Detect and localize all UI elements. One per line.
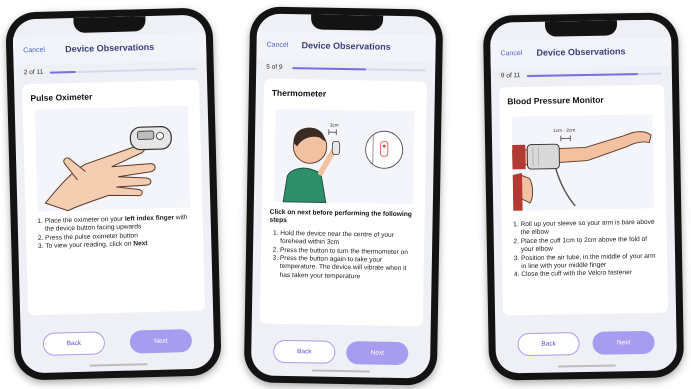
thermometer-illustration: 3cm xyxy=(273,104,415,209)
next-button[interactable]: Next xyxy=(129,329,193,354)
progress-track xyxy=(526,72,662,77)
instruction-card: Pulse Oximeter Place the oximeter on you… xyxy=(22,79,206,316)
next-button[interactable]: Next xyxy=(592,330,655,355)
progress-track xyxy=(292,67,426,72)
device-title: Thermometer xyxy=(271,87,327,99)
step-list: Hold the device near the centre of your … xyxy=(269,230,419,283)
step-list: Roll up your sleeve so your arm is bare … xyxy=(509,219,661,280)
distance-label: 3cm xyxy=(330,123,339,128)
step-item: Press the button again to take your temp… xyxy=(280,255,418,283)
instruction-card: Blood Pressure Monitor 1cm - 2cm 1. Roll… xyxy=(499,84,669,316)
blood-pressure-cuff-icon: 1cm - 2cm xyxy=(511,114,655,211)
progress-indicator: 9 of 11 xyxy=(501,70,662,82)
page-title: Device Observations xyxy=(536,46,626,58)
page-title: Device Observations xyxy=(65,41,155,55)
notch xyxy=(544,20,617,37)
phone-screen-1: Cancel Device Observations 2 of 11 Pulse… xyxy=(12,14,215,374)
button-row: Back Next xyxy=(21,328,215,357)
phone-frame-1: Cancel Device Observations 2 of 11 Pulse… xyxy=(5,7,222,381)
back-button[interactable]: Back xyxy=(517,332,580,357)
progress-indicator: 2 of 11 xyxy=(24,65,197,79)
phone-screen-2: Cancel Device Observations 5 of 9 Thermo… xyxy=(250,13,437,379)
progress-fill xyxy=(526,73,638,77)
pulse-oximeter-illustration xyxy=(34,105,191,212)
button-row: Back Next xyxy=(251,339,430,366)
progress-indicator: 5 of 9 xyxy=(266,63,426,76)
pre-step-note: Click on next before performing the foll… xyxy=(269,208,412,225)
step-counter: 2 of 11 xyxy=(23,68,44,77)
progress-fill xyxy=(49,70,77,74)
notch xyxy=(72,16,146,33)
nav-header: Cancel Device Observations xyxy=(12,32,207,66)
notch xyxy=(310,14,383,31)
step-counter: 9 of 11 xyxy=(500,72,521,80)
instructions: Roll up your sleeve so your arm is bare … xyxy=(509,219,661,280)
back-button[interactable]: Back xyxy=(42,331,106,356)
nav-header: Cancel Device Observations xyxy=(490,37,672,69)
distance-label: 1cm - 2cm xyxy=(553,128,575,133)
phone-frame-3: Cancel Device Observations 9 of 11 Blood… xyxy=(482,12,685,381)
progress-fill xyxy=(292,67,367,71)
phone-frame-2: Cancel Device Observations 5 of 9 Thermo… xyxy=(243,6,444,386)
device-title: Blood Pressure Monitor xyxy=(507,94,604,107)
step-item: Close the cuff with the Velcro fastener xyxy=(521,269,661,280)
page-title: Device Observations xyxy=(301,40,391,52)
back-button[interactable]: Back xyxy=(273,339,336,364)
home-indicator xyxy=(88,363,147,367)
thermometer-icon: 3cm xyxy=(273,108,415,205)
step-counter: 5 of 9 xyxy=(266,63,283,71)
progress-track xyxy=(49,67,197,74)
step-item: Hold the device near the centre of your … xyxy=(280,230,418,249)
instructions: Place the oximeter on your left index fi… xyxy=(34,214,198,252)
home-indicator xyxy=(311,369,370,373)
button-row: Back Next xyxy=(495,330,676,357)
nav-header: Cancel Device Observations xyxy=(256,31,436,63)
phone-screen-3: Cancel Device Observations 9 of 11 Blood… xyxy=(489,19,678,374)
instruction-card: Thermometer 3cm Click on next before per… xyxy=(259,78,428,327)
step-list: Place the oximeter on your left index fi… xyxy=(34,214,198,252)
home-indicator xyxy=(557,364,616,368)
blood-pressure-illustration: 1cm - 2cm xyxy=(511,110,655,215)
instructions: Click on next before performing the foll… xyxy=(269,209,419,283)
device-title: Pulse Oximeter xyxy=(30,91,93,104)
pulse-oximeter-icon xyxy=(34,105,191,212)
next-button[interactable]: Next xyxy=(346,341,409,366)
